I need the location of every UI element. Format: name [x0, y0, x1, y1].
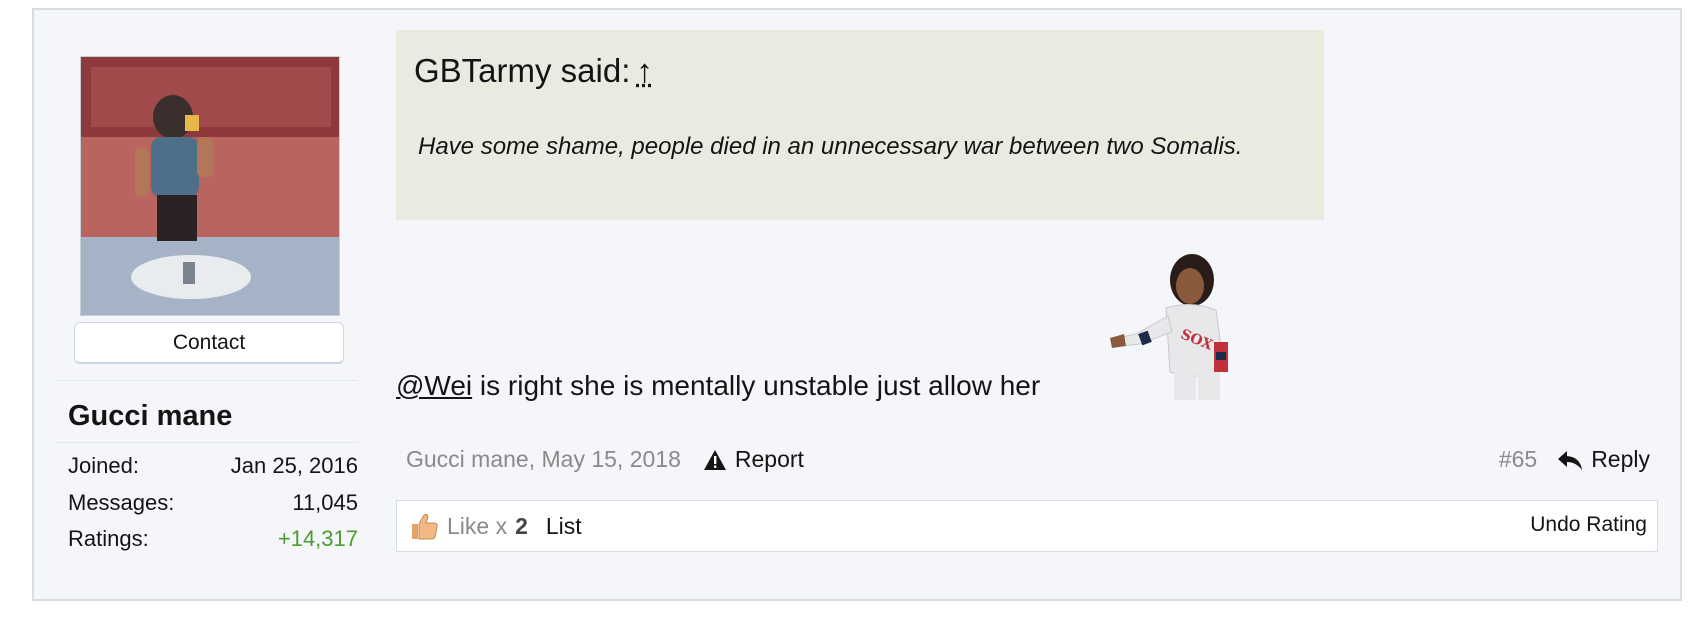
reply-button[interactable]: Reply: [1557, 446, 1650, 473]
user-mention-link[interactable]: @Wei: [396, 370, 472, 401]
quote-body: Have some shame, people died in an unnec…: [418, 133, 1243, 160]
undo-rating-link[interactable]: Undo Rating: [1530, 513, 1647, 537]
stat-ratings: Ratings: +14,317: [68, 526, 358, 552]
post-actions: #65 Reply: [1499, 446, 1650, 473]
warning-icon: [703, 449, 726, 470]
like-label: Like x: [447, 512, 508, 539]
stat-label: Joined:: [68, 453, 139, 478]
contact-button[interactable]: Contact: [74, 322, 344, 364]
baseball-player-sticker: SOX: [1096, 248, 1246, 400]
stat-value: Jan 25, 2016: [230, 453, 358, 478]
like-count: 2: [515, 512, 528, 539]
quote-block: GBTarmy said: ↑ Have some shame, people d…: [396, 30, 1324, 220]
stat-label: Ratings:: [68, 526, 149, 551]
stat-value-positive: +14,317: [277, 526, 358, 551]
quote-header: GBTarmy said: ↑: [414, 52, 653, 90]
message-text: @Wei is right she is mentally unstable j…: [396, 370, 1040, 402]
quote-author: GBTarmy said:: [414, 52, 631, 89]
report-button[interactable]: Report: [703, 446, 804, 473]
stat-joined: Joined: Jan 25, 2016: [68, 453, 358, 479]
thumbs-up-icon[interactable]: [409, 511, 439, 541]
stat-label: Messages:: [68, 490, 175, 515]
like-rating: Like x 2 List: [409, 511, 582, 541]
reply-icon: [1558, 450, 1583, 470]
reply-label: Reply: [1591, 446, 1650, 472]
contact-label: Contact: [172, 330, 246, 354]
report-label: Report: [734, 446, 804, 472]
sidebar-divider: [56, 442, 358, 443]
stat-value[interactable]: 11,045: [292, 490, 358, 516]
message-body: is right she is mentally unstable just a…: [472, 370, 1041, 401]
stat-messages: Messages: 11,045: [68, 490, 358, 516]
username[interactable]: Gucci mane: [68, 400, 232, 433]
forum-post: Contact Gucci mane Joined: Jan 25, 2016 …: [32, 8, 1682, 601]
ratings-bar: Like x 2 List Undo Rating: [396, 500, 1658, 552]
post-number-link[interactable]: #65: [1499, 446, 1537, 473]
ratings-list-link[interactable]: List: [546, 513, 582, 540]
post-meta: Gucci mane, May 15, 2018 Report: [406, 446, 804, 473]
post-author-date[interactable]: Gucci mane, May 15, 2018: [406, 446, 681, 473]
user-avatar[interactable]: [80, 56, 340, 316]
jump-to-quote-icon[interactable]: ↑: [636, 52, 653, 89]
sidebar-divider: [56, 380, 358, 381]
